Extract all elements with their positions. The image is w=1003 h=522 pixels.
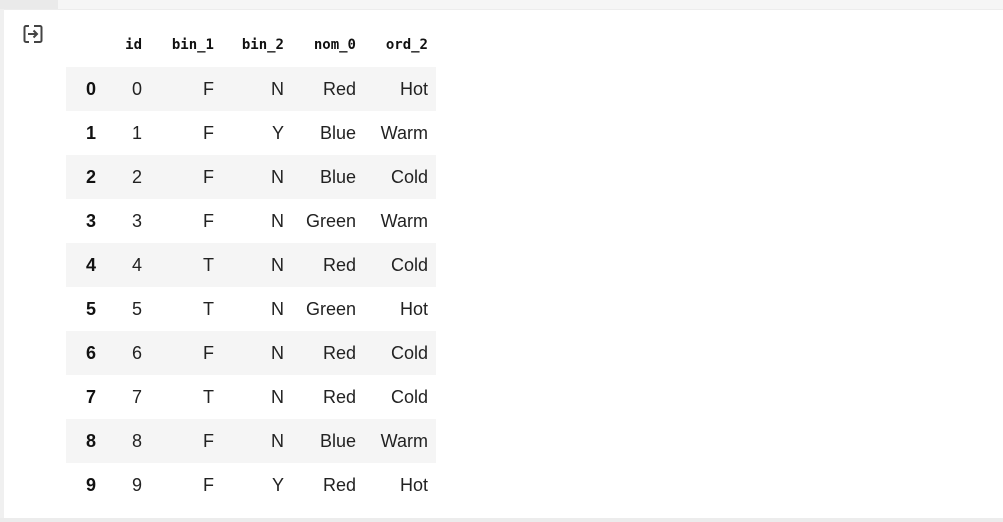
table-cell: Hot — [399, 474, 428, 495]
row-index: 6 — [85, 342, 96, 363]
table-cell: Cold — [390, 342, 428, 363]
output-left-border — [0, 9, 4, 522]
table-cell: Red — [322, 342, 356, 363]
table-row: 4 4 T N Red Cold — [66, 243, 436, 287]
table-cell: 0 — [131, 78, 142, 99]
table-cell: F — [203, 342, 214, 363]
table-row: 1 1 F Y Blue Warm — [66, 111, 436, 155]
row-index: 2 — [85, 166, 96, 187]
table-cell: N — [271, 386, 284, 407]
row-index: 7 — [85, 386, 96, 407]
table-cell: N — [271, 342, 284, 363]
table-cell: Cold — [390, 254, 428, 275]
table-cell: Warm — [380, 210, 428, 231]
table-cell: T — [203, 254, 214, 275]
column-header: bin_1 — [171, 37, 214, 53]
row-index: 1 — [85, 122, 96, 143]
table-cell: F — [203, 166, 214, 187]
table-cell: 5 — [131, 298, 142, 319]
table-cell: 2 — [131, 166, 142, 187]
output-bottom-border — [0, 518, 1003, 522]
table-cell: Hot — [399, 78, 428, 99]
row-index: 0 — [85, 78, 96, 99]
table-cell: Blue — [319, 166, 356, 187]
table-cell: Red — [322, 254, 356, 275]
table-cell: Hot — [399, 298, 428, 319]
table-cell: Warm — [380, 122, 428, 143]
cell-gutter-tab — [0, 0, 58, 9]
table-cell: 1 — [131, 122, 142, 143]
table-header-row: id bin_1 bin_2 nom_0 ord_2 — [66, 23, 436, 67]
table-cell: Cold — [390, 386, 428, 407]
row-index: 5 — [85, 298, 96, 319]
table-cell: F — [203, 430, 214, 451]
table-cell: F — [203, 78, 214, 99]
table-cell: 8 — [131, 430, 142, 451]
exit-to-app-icon — [23, 25, 43, 43]
table-cell: N — [271, 166, 284, 187]
table-cell: Red — [322, 386, 356, 407]
row-index: 4 — [85, 254, 96, 275]
column-header: ord_2 — [385, 37, 428, 53]
table-cell: T — [203, 298, 214, 319]
output-icon[interactable] — [20, 21, 46, 47]
table-cell: 9 — [131, 474, 142, 495]
table-cell: T — [203, 386, 214, 407]
table-row: 5 5 T N Green Hot — [66, 287, 436, 331]
index-header — [66, 23, 106, 67]
table-row: 9 9 F Y Red Hot — [66, 463, 436, 507]
table-cell: N — [271, 210, 284, 231]
table-cell: Warm — [380, 430, 428, 451]
table-cell: 3 — [131, 210, 142, 231]
table-cell: Y — [271, 474, 284, 495]
column-header: id — [125, 37, 142, 53]
table-cell: 4 — [131, 254, 142, 275]
table-cell: Red — [322, 78, 356, 99]
table-cell: Green — [305, 210, 356, 231]
row-index: 8 — [85, 430, 96, 451]
table-cell: Cold — [390, 166, 428, 187]
cell-top-strip — [0, 0, 1003, 10]
table-row: 2 2 F N Blue Cold — [66, 155, 436, 199]
table-cell: N — [271, 430, 284, 451]
table-cell: 7 — [131, 386, 142, 407]
table-cell: Green — [305, 298, 356, 319]
table-cell: F — [203, 122, 214, 143]
dataframe-table: id bin_1 bin_2 nom_0 ord_2 0 0 F N Red H… — [66, 23, 436, 507]
table-cell: Y — [271, 122, 284, 143]
table-row: 7 7 T N Red Cold — [66, 375, 436, 419]
table-cell: N — [271, 78, 284, 99]
table-row: 6 6 F N Red Cold — [66, 331, 436, 375]
table-row: 3 3 F N Green Warm — [66, 199, 436, 243]
table-cell: N — [271, 254, 284, 275]
table-cell: Blue — [319, 430, 356, 451]
table-row: 0 0 F N Red Hot — [66, 67, 436, 111]
column-header: nom_0 — [313, 37, 356, 53]
table-cell: F — [203, 474, 214, 495]
row-index: 3 — [85, 210, 96, 231]
table-cell: Blue — [319, 122, 356, 143]
table-cell: F — [203, 210, 214, 231]
column-header: bin_2 — [241, 37, 284, 53]
row-index: 9 — [85, 474, 96, 495]
table-row: 8 8 F N Blue Warm — [66, 419, 436, 463]
table-cell: N — [271, 298, 284, 319]
table-cell: Red — [322, 474, 356, 495]
table-cell: 6 — [131, 342, 142, 363]
